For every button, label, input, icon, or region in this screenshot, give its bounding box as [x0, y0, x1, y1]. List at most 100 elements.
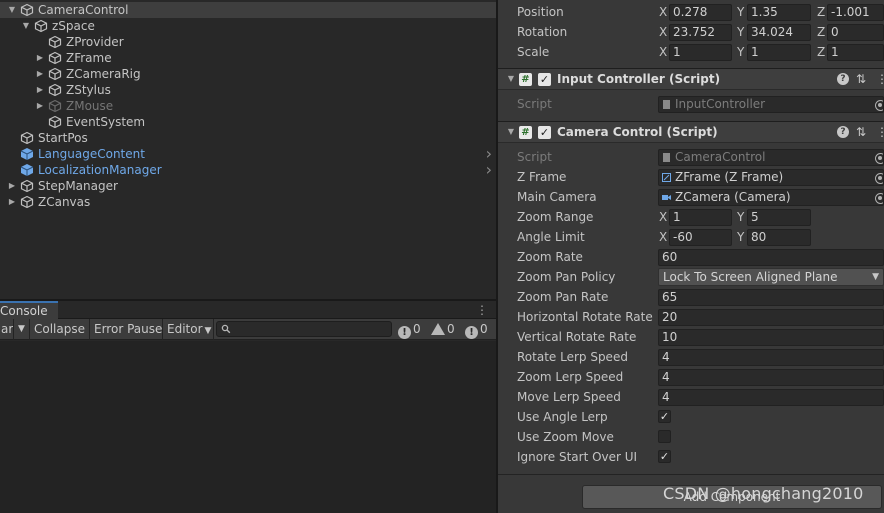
clear-options-chevron-down-icon[interactable]: ▼: [14, 319, 30, 340]
warning-count-toggle[interactable]: 0: [431, 319, 455, 340]
camera-control-title: Camera Control (Script): [557, 125, 718, 139]
rotation-z-field[interactable]: 0: [827, 24, 884, 41]
vertical-rotate-rate-field[interactable]: 10: [658, 329, 884, 346]
fold-closed-icon[interactable]: ▶: [35, 69, 45, 79]
zoom-pan-policy-dropdown[interactable]: Lock To Screen Aligned Plane ▼: [658, 268, 884, 286]
rotation-row: Rotation X 23.752 Y 34.024 Z 0: [498, 22, 884, 42]
editor-dropdown[interactable]: Editor ▼: [163, 319, 214, 340]
scale-z-field[interactable]: 1: [827, 44, 884, 61]
hierarchy-item[interactable]: LanguageContent ›: [0, 146, 496, 162]
fold-open-icon[interactable]: ▼: [506, 127, 516, 137]
hierarchy-item[interactable]: ▶ ZStylus: [0, 82, 496, 98]
object-picker-icon: [875, 153, 883, 164]
hierarchy-item[interactable]: ▶ StepManager: [0, 178, 496, 194]
fold-open-icon[interactable]: ▼: [7, 5, 17, 15]
hierarchy-item[interactable]: ▼ CameraControl: [0, 2, 496, 18]
object-picker-icon[interactable]: [875, 173, 883, 184]
hierarchy-item[interactable]: ▶ ZCameraRig: [0, 66, 496, 82]
zoom-range-y-field[interactable]: 5: [747, 209, 811, 226]
gameobject-cube-icon: [48, 51, 62, 65]
hierarchy-item-label: ZStylus: [66, 83, 111, 97]
kebab-menu-icon[interactable]: ⋮: [876, 71, 884, 88]
script-file-icon: [663, 100, 670, 109]
hierarchy-item[interactable]: EventSystem: [0, 114, 496, 130]
hierarchy-item[interactable]: ▶ ZCanvas: [0, 194, 496, 210]
main-camera-field[interactable]: ZCamera (Camera): [658, 189, 884, 206]
fold-open-icon[interactable]: ▼: [506, 74, 516, 84]
inspector-panel: Position X 0.278 Y 1.35 Z -1.001 Rotatio…: [498, 0, 884, 513]
info-icon: !: [398, 326, 411, 339]
console-log-area[interactable]: [0, 341, 496, 513]
error-icon: !: [465, 326, 478, 339]
object-picker-icon[interactable]: [875, 193, 883, 204]
chevron-right-icon[interactable]: ›: [486, 162, 492, 178]
hierarchy-item-label: ZProvider: [66, 35, 124, 49]
hierarchy-item[interactable]: StartPos: [0, 130, 496, 146]
camera-control-header[interactable]: ▼ # ✓ Camera Control (Script) ? ⇅ ⋮: [498, 121, 884, 143]
fold-closed-icon[interactable]: ▶: [35, 85, 45, 95]
angle-limit-x-axis-label: X: [659, 230, 668, 244]
error-count-toggle[interactable]: ! 0: [465, 319, 488, 340]
kebab-menu-icon[interactable]: ⋮: [876, 124, 884, 141]
preset-icon[interactable]: ⇅: [856, 71, 866, 88]
zoom-rate-field[interactable]: 60: [658, 249, 884, 266]
move-lerp-speed-field[interactable]: 4: [658, 389, 884, 406]
ignore-start-over-ui-checkbox[interactable]: ✓: [658, 450, 671, 463]
kebab-menu-icon[interactable]: ⋮: [476, 301, 488, 319]
log-count-toggle[interactable]: ! 0: [398, 319, 421, 340]
help-icon[interactable]: ?: [837, 126, 849, 138]
hierarchy-item[interactable]: ▶ ZMouse: [0, 98, 496, 114]
scale-y-field[interactable]: 1: [747, 44, 811, 61]
scale-z-axis-label: Z: [817, 45, 826, 59]
z-frame-field[interactable]: ZFrame (Z Frame): [658, 169, 884, 186]
tab-console[interactable]: Console: [0, 301, 58, 319]
fold-closed-icon[interactable]: ▶: [35, 101, 45, 111]
scale-x-field[interactable]: 1: [669, 44, 732, 61]
main-camera-row: Main Camera ZCamera (Camera): [498, 187, 884, 207]
scale-x-axis-label: X: [659, 45, 668, 59]
fold-closed-icon[interactable]: ▶: [7, 181, 17, 191]
zoom-lerp-speed-field[interactable]: 4: [658, 369, 884, 386]
angle-limit-x-field[interactable]: -60: [669, 229, 732, 246]
position-y-field[interactable]: 1.35: [747, 4, 811, 21]
gameobject-cube-icon: [48, 67, 62, 81]
rotation-x-field[interactable]: 23.752: [669, 24, 732, 41]
zoom-lerp-speed-label: Zoom Lerp Speed: [517, 370, 624, 384]
use-angle-lerp-checkbox[interactable]: ✓: [658, 410, 671, 423]
zoom-pan-rate-field[interactable]: 65: [658, 289, 884, 306]
hierarchy-item[interactable]: ZProvider: [0, 34, 496, 50]
use-zoom-move-checkbox[interactable]: [658, 430, 671, 443]
camera-control-enabled-checkbox[interactable]: ✓: [538, 126, 551, 139]
hierarchy-item-label: ZMouse: [66, 99, 114, 113]
prefab-cube-icon: [20, 148, 34, 160]
use-angle-lerp-row: Use Angle Lerp ✓: [498, 407, 884, 427]
position-z-field[interactable]: -1.001: [827, 4, 884, 21]
input-controller-enabled-checkbox[interactable]: ✓: [538, 73, 551, 86]
help-icon[interactable]: ?: [837, 73, 849, 85]
horizontal-rotate-rate-field[interactable]: 20: [658, 309, 884, 326]
collapse-button[interactable]: Collapse: [30, 319, 90, 340]
hierarchy-item-label: LanguageContent: [38, 147, 145, 161]
angle-limit-label: Angle Limit: [517, 230, 585, 244]
clear-button[interactable]: ar: [0, 319, 14, 340]
zoom-range-x-field[interactable]: 1: [669, 209, 732, 226]
rotate-lerp-speed-field[interactable]: 4: [658, 349, 884, 366]
angle-limit-y-field[interactable]: 80: [747, 229, 811, 246]
fold-open-icon[interactable]: ▼: [21, 21, 31, 31]
camera-control-script-value: CameraControl: [675, 150, 766, 164]
console-search-input[interactable]: [216, 321, 392, 337]
fold-closed-icon[interactable]: ▶: [35, 53, 45, 63]
error-pause-button[interactable]: Error Pause: [90, 319, 163, 340]
hierarchy-item[interactable]: ▶ ZFrame: [0, 50, 496, 66]
position-x-field[interactable]: 0.278: [669, 4, 732, 21]
gameobject-cube-icon: [20, 3, 34, 17]
horizontal-rotate-rate-row: Horizontal Rotate Rate 20: [498, 307, 884, 327]
hierarchy-item[interactable]: LocalizationManager ›: [0, 162, 496, 178]
rotation-y-field[interactable]: 34.024: [747, 24, 811, 41]
fold-closed-icon[interactable]: ▶: [7, 197, 17, 207]
preset-icon[interactable]: ⇅: [856, 124, 866, 141]
camera-control-script-row: Script CameraControl: [498, 147, 884, 167]
hierarchy-item[interactable]: ▼ zSpace: [0, 18, 496, 34]
input-controller-header[interactable]: ▼ # ✓ Input Controller (Script) ? ⇅ ⋮: [498, 68, 884, 90]
script-icon: #: [519, 73, 532, 86]
